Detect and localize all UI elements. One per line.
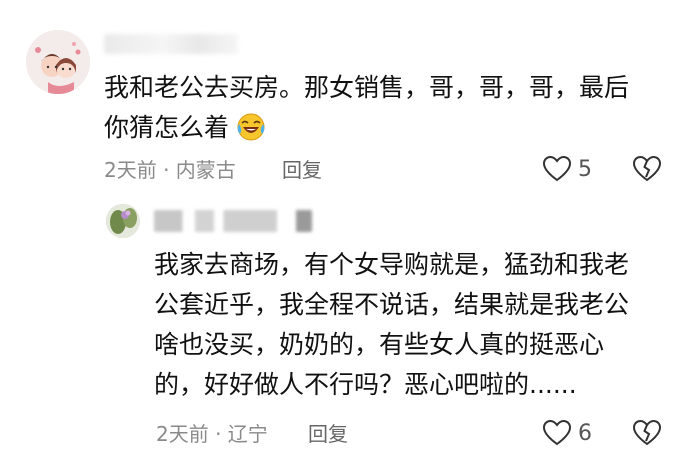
crying-laughing-emoji-icon bbox=[236, 112, 266, 142]
comment-text-line2: 你猜怎么着 bbox=[104, 113, 230, 142]
reply-text-line3: 啥也没买，奶奶的，有些女人真的挺恶心 bbox=[154, 330, 605, 359]
reply-like-heart-icon[interactable] bbox=[542, 419, 572, 447]
dislike-broken-heart-icon[interactable] bbox=[632, 155, 662, 183]
comment-text-line1: 我和老公去买房。那女销售，哥，哥，哥，最后 bbox=[104, 73, 630, 102]
like-count: 5 bbox=[578, 157, 592, 182]
like-heart-icon[interactable] bbox=[542, 155, 572, 183]
reply-text-line2: 公套近乎，我全程不说话，结果就是我老公 bbox=[154, 290, 630, 319]
reply-reply-button[interactable]: 回复 bbox=[308, 422, 348, 446]
commenter-username-redacted[interactable] bbox=[104, 34, 238, 54]
reply-commenter-avatar[interactable] bbox=[106, 204, 140, 238]
reply-username-redacted[interactable] bbox=[154, 210, 312, 232]
reply-text-line4: 的，好好做人不行吗？恶心吧啦的...... bbox=[154, 370, 577, 399]
reply-meta: 2天前 · 辽宁 bbox=[156, 422, 268, 446]
reply-dislike-broken-heart-icon[interactable] bbox=[632, 419, 662, 447]
commenter-avatar[interactable] bbox=[26, 30, 90, 94]
reply-text-line1: 我家去商场，有个女导购就是，猛劲和我老 bbox=[154, 250, 630, 279]
comment-meta: 2天前 · 内蒙古 bbox=[104, 158, 236, 182]
reply-like-count: 6 bbox=[578, 421, 592, 446]
reply-button[interactable]: 回复 bbox=[282, 158, 322, 182]
